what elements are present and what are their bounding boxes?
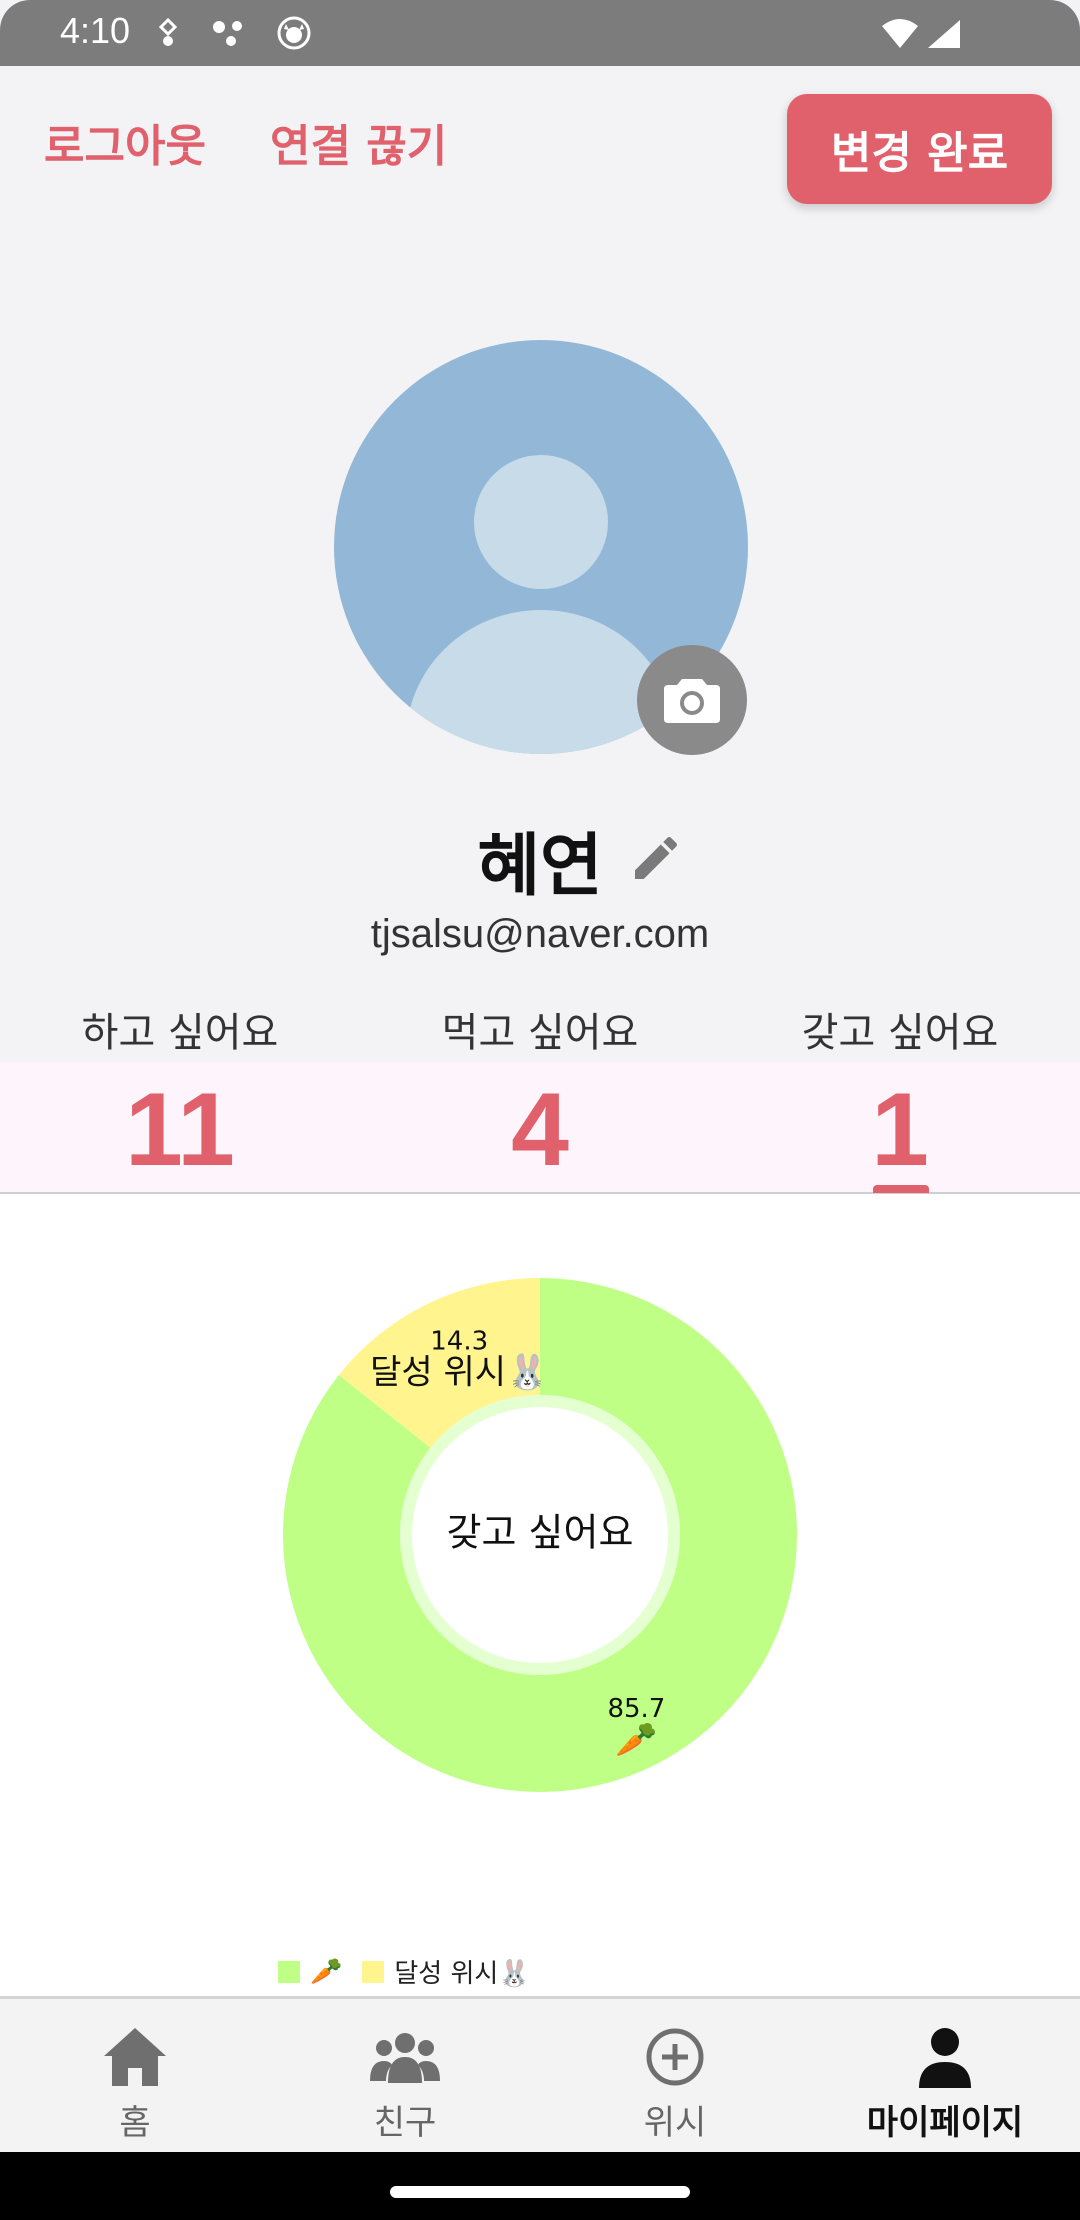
nav-label-home: 홈 (119, 2103, 151, 2143)
network-dots-icon (213, 21, 242, 46)
change-photo-button[interactable] (637, 645, 747, 755)
wifi-icon (882, 19, 918, 48)
stat-value-do[interactable]: 11 (0, 1070, 360, 1190)
cat-face-icon (277, 16, 311, 50)
nav-item-wish[interactable]: 위시 (540, 1999, 810, 2155)
system-gesture-bar (0, 2152, 1080, 2220)
save-changes-button[interactable]: 변경 완료 (787, 94, 1052, 204)
stat-value-have[interactable]: 1 (720, 1070, 1080, 1190)
profile-name: 혜연 (477, 827, 603, 906)
avatar-body-silhouette (406, 610, 676, 754)
legend-swatch-achieved (362, 1960, 385, 1983)
home-gesture-handle[interactable] (390, 2186, 690, 2198)
avatar-head-silhouette (474, 455, 608, 589)
legend-label-carrot: 🥕 (310, 1956, 343, 1987)
add-circle-icon (646, 2028, 704, 2086)
pencil-icon[interactable] (628, 830, 684, 886)
nav-label-mypage: 마이페이지 (866, 2103, 1024, 2143)
stat-label-eat: 먹고 싶어요 (441, 1010, 639, 1056)
status-time: 4:10 (60, 10, 131, 51)
legend-label-achieved: 달성 위시🐰 (394, 1959, 531, 1989)
nav-item-friends[interactable]: 친구 (270, 1999, 540, 2155)
profile-email: tjsalsu@naver.com (370, 912, 710, 956)
chart-legend: 🥕 달성 위시🐰 (278, 1953, 531, 1990)
notification-dot-icon (158, 18, 178, 46)
friends-icon (370, 2033, 440, 2083)
bottom-nav: 홈 친구 위시 마이페이지 (0, 1996, 1080, 2155)
status-bar: 4:10 (0, 0, 1080, 66)
camera-icon (664, 679, 720, 723)
nav-item-home[interactable]: 홈 (0, 1999, 270, 2155)
slice-name-label-1: 달성 위시🐰 (370, 1352, 548, 1392)
home-icon (104, 2028, 166, 2086)
selected-stat-indicator (873, 1185, 929, 1193)
legend-swatch-carrot (278, 1960, 300, 1983)
donut-center-label: 갖고 싶어요 (447, 1511, 634, 1555)
cellular-signal-icon (928, 20, 960, 48)
disconnect-link[interactable]: 연결 끊기 (270, 110, 447, 174)
nav-label-wish: 위시 (643, 2103, 707, 2143)
logout-link[interactable]: 로그아웃 (44, 110, 206, 174)
nav-label-friends: 친구 (373, 2103, 437, 2143)
person-icon (919, 2028, 971, 2088)
nav-item-mypage[interactable]: 마이페이지 (810, 1999, 1080, 2155)
stat-value-eat[interactable]: 4 (360, 1070, 720, 1190)
status-icons-left (155, 14, 311, 52)
status-icons-right (880, 16, 962, 52)
donut-chart: 갖고 싶어요 85.7🥕14.3달성 위시🐰 (283, 1278, 798, 1792)
slice-name-label-0: 🥕 (615, 1720, 657, 1760)
chart-area: 갖고 싶어요 85.7 🥕 14.3 달성 위시🐰 (0, 1194, 1080, 1996)
stat-label-have: 갖고 싶어요 (801, 1010, 999, 1056)
stat-label-do: 하고 싶어요 (81, 1010, 279, 1056)
